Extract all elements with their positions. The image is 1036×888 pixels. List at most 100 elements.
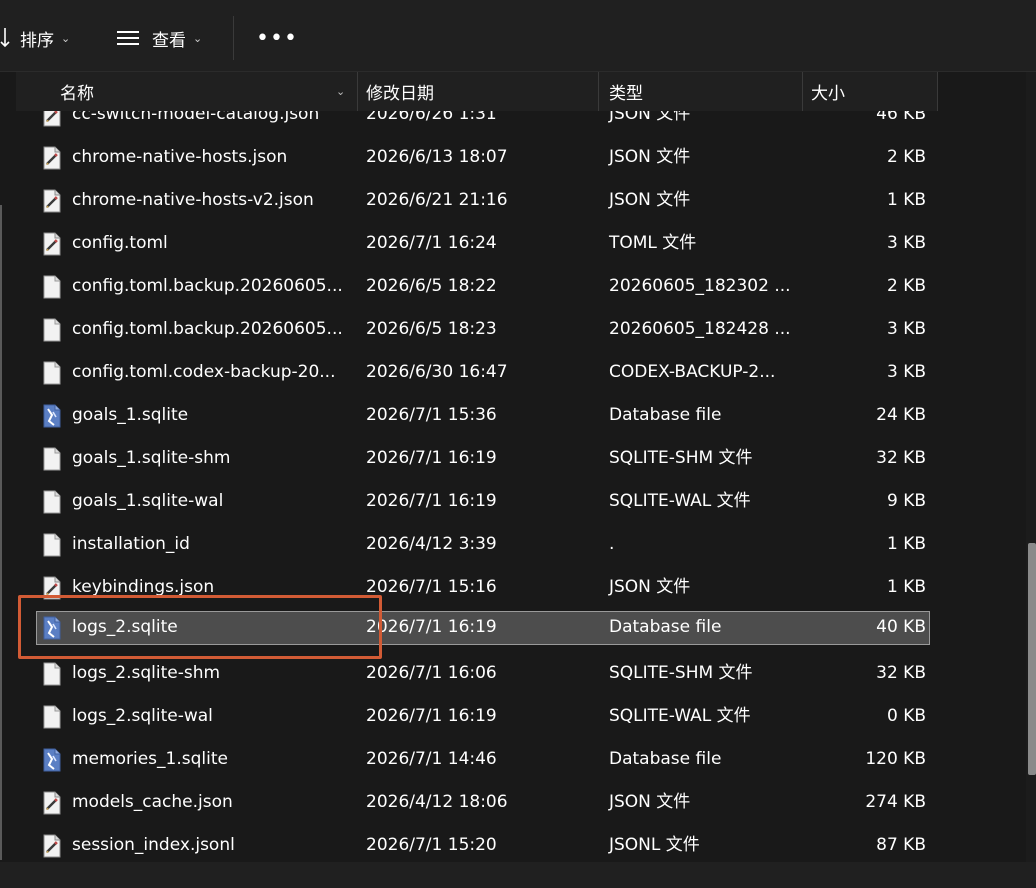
column-name-label: 名称 bbox=[60, 84, 94, 104]
file-date: 2026/7/1 15:36 bbox=[366, 405, 497, 425]
file-date: 2026/7/1 16:24 bbox=[366, 233, 497, 253]
nav-pane-scrollbar[interactable] bbox=[0, 205, 2, 860]
highlight-annotation bbox=[18, 595, 382, 659]
file-row[interactable]: config.toml.codex-backup-20... 2026/6/30 … bbox=[16, 351, 1024, 394]
toolbar-divider bbox=[233, 16, 234, 60]
file-date: 2026/4/12 18:06 bbox=[366, 792, 508, 812]
file-type: 20260605_182428 ... bbox=[609, 319, 791, 339]
file-type: JSON 文件 bbox=[609, 577, 691, 597]
view-list-icon bbox=[117, 31, 139, 45]
file-name: goals_1.sqlite-wal bbox=[72, 491, 224, 511]
file-date: 2026/7/1 16:19 bbox=[366, 491, 497, 511]
scrollbar-thumb[interactable] bbox=[1028, 543, 1036, 775]
file-date: 2026/4/12 3:39 bbox=[366, 534, 497, 554]
file-size: 274 KB bbox=[865, 792, 926, 812]
view-button[interactable]: 查看 ⌄ bbox=[116, 24, 202, 52]
file-row[interactable]: goals_1.sqlite 2026/7/1 15:36 Database fil… bbox=[16, 394, 1024, 437]
file-name: goals_1.sqlite bbox=[72, 405, 189, 425]
json-file-icon bbox=[42, 136, 64, 179]
file-row[interactable]: config.toml.backup.20260605... 2026/6/5 1… bbox=[16, 265, 1024, 308]
file-type: SQLITE-SHM 文件 bbox=[609, 663, 753, 683]
file-size: 32 KB bbox=[876, 448, 926, 468]
file-row[interactable]: memories_1.sqlite 2026/7/1 14:46 Database … bbox=[16, 738, 1024, 781]
file-date: 2026/7/1 15:20 bbox=[366, 835, 497, 855]
file-row[interactable]: goals_1.sqlite-shm 2026/7/1 16:19 SQLITE-S… bbox=[16, 437, 1024, 480]
chevron-down-icon: ⌄ bbox=[61, 31, 71, 45]
sort-arrow-icon bbox=[0, 28, 10, 48]
file-row[interactable]: config.toml.backup.20260605... 2026/6/5 1… bbox=[16, 308, 1024, 351]
file-size: 3 KB bbox=[886, 362, 926, 382]
command-bar: 排序 ⌄ 查看 ⌄ ••• bbox=[0, 0, 1036, 72]
file-size: 40 KB bbox=[876, 617, 926, 637]
blank-file-icon bbox=[42, 351, 64, 394]
file-name: config.toml bbox=[72, 233, 168, 253]
file-type: SQLITE-WAL 文件 bbox=[609, 706, 751, 726]
file-type: JSON 文件 bbox=[609, 792, 691, 812]
column-date-label: 修改日期 bbox=[366, 84, 434, 104]
column-type-label: 类型 bbox=[609, 84, 643, 104]
file-type: CODEX-BACKUP-2... bbox=[609, 362, 776, 382]
column-header-name[interactable]: ^ 名称 ⌄ bbox=[16, 72, 358, 111]
file-rows: cc-switch-model-catalog.json 2026/6/26 1:… bbox=[16, 93, 1024, 862]
file-size: 3 KB bbox=[886, 319, 926, 339]
file-row[interactable]: logs_2.sqlite-wal 2026/7/1 16:19 SQLITE-WA… bbox=[16, 695, 1024, 738]
database-file-icon bbox=[42, 738, 64, 781]
file-name: config.toml.backup.20260605... bbox=[72, 319, 343, 339]
file-row[interactable]: goals_1.sqlite-wal 2026/7/1 16:19 SQLITE-W… bbox=[16, 480, 1024, 523]
file-date: 2026/7/1 16:19 bbox=[366, 706, 497, 726]
file-row[interactable]: chrome-native-hosts.json 2026/6/13 18:07 J… bbox=[16, 136, 1024, 179]
column-header: ^ 名称 ⌄ 修改日期 类型 大小 bbox=[16, 72, 938, 111]
file-size: 0 KB bbox=[886, 706, 926, 726]
blank-file-icon bbox=[42, 437, 64, 480]
blank-file-icon bbox=[42, 265, 64, 308]
chevron-down-icon: ⌄ bbox=[336, 85, 346, 98]
file-date: 2026/7/1 16:19 bbox=[366, 617, 497, 637]
file-size: 3 KB bbox=[886, 233, 926, 253]
file-row[interactable]: config.toml 2026/7/1 16:24 TOML 文件 3 KB bbox=[16, 222, 1024, 265]
file-row[interactable]: models_cache.json 2026/4/12 18:06 JSON 文件 2… bbox=[16, 781, 1024, 824]
more-options-button[interactable]: ••• bbox=[256, 24, 298, 52]
file-row[interactable]: session_index.jsonl 2026/7/1 15:20 JSONL 文… bbox=[16, 824, 1024, 862]
database-file-icon bbox=[42, 394, 64, 437]
file-size: 1 KB bbox=[886, 190, 926, 210]
file-size: 120 KB bbox=[865, 749, 926, 769]
file-name: memories_1.sqlite bbox=[72, 749, 228, 769]
chevron-down-icon: ⌄ bbox=[193, 31, 203, 45]
file-row[interactable]: chrome-native-hosts-v2.json 2026/6/21 21:… bbox=[16, 179, 1024, 222]
file-type: SQLITE-SHM 文件 bbox=[609, 448, 753, 468]
file-name: config.toml.backup.20260605... bbox=[72, 276, 343, 296]
json-file-icon bbox=[42, 824, 64, 862]
file-type: Database file bbox=[609, 405, 722, 425]
file-type: SQLITE-WAL 文件 bbox=[609, 491, 751, 511]
file-list: ^ 名称 ⌄ 修改日期 类型 大小 cc-switch-model-catalo… bbox=[16, 72, 1024, 862]
file-size: 9 KB bbox=[886, 491, 926, 511]
file-name: goals_1.sqlite-shm bbox=[72, 448, 231, 468]
column-header-type[interactable]: 类型 bbox=[599, 72, 803, 111]
file-size: 2 KB bbox=[886, 276, 926, 296]
file-size: 87 KB bbox=[876, 835, 926, 855]
file-type: . bbox=[609, 534, 615, 554]
column-header-date[interactable]: 修改日期 bbox=[358, 72, 599, 111]
column-size-label: 大小 bbox=[811, 84, 845, 104]
file-name: session_index.jsonl bbox=[72, 835, 235, 855]
file-type: 20260605_182302 ... bbox=[609, 276, 791, 296]
file-type: JSON 文件 bbox=[609, 147, 691, 167]
file-size: 24 KB bbox=[876, 405, 926, 425]
file-size: 1 KB bbox=[886, 577, 926, 597]
file-name: chrome-native-hosts-v2.json bbox=[72, 190, 314, 210]
column-header-size[interactable]: 大小 bbox=[803, 72, 938, 111]
file-size: 1 KB bbox=[886, 534, 926, 554]
file-date: 2026/6/5 18:23 bbox=[366, 319, 497, 339]
sort-button[interactable]: 排序 ⌄ bbox=[0, 24, 70, 52]
file-row[interactable]: installation_id 2026/4/12 3:39. 1 KB bbox=[16, 523, 1024, 566]
file-name: models_cache.json bbox=[72, 792, 233, 812]
file-type: Database file bbox=[609, 749, 722, 769]
file-type: TOML 文件 bbox=[609, 233, 697, 253]
sort-ascending-icon: ^ bbox=[198, 72, 206, 79]
file-name: logs_2.sqlite-wal bbox=[72, 706, 213, 726]
file-size: 32 KB bbox=[876, 663, 926, 683]
file-name: installation_id bbox=[72, 534, 190, 554]
file-date: 2026/7/1 14:46 bbox=[366, 749, 497, 769]
file-date: 2026/6/30 16:47 bbox=[366, 362, 508, 382]
file-size: 2 KB bbox=[886, 147, 926, 167]
